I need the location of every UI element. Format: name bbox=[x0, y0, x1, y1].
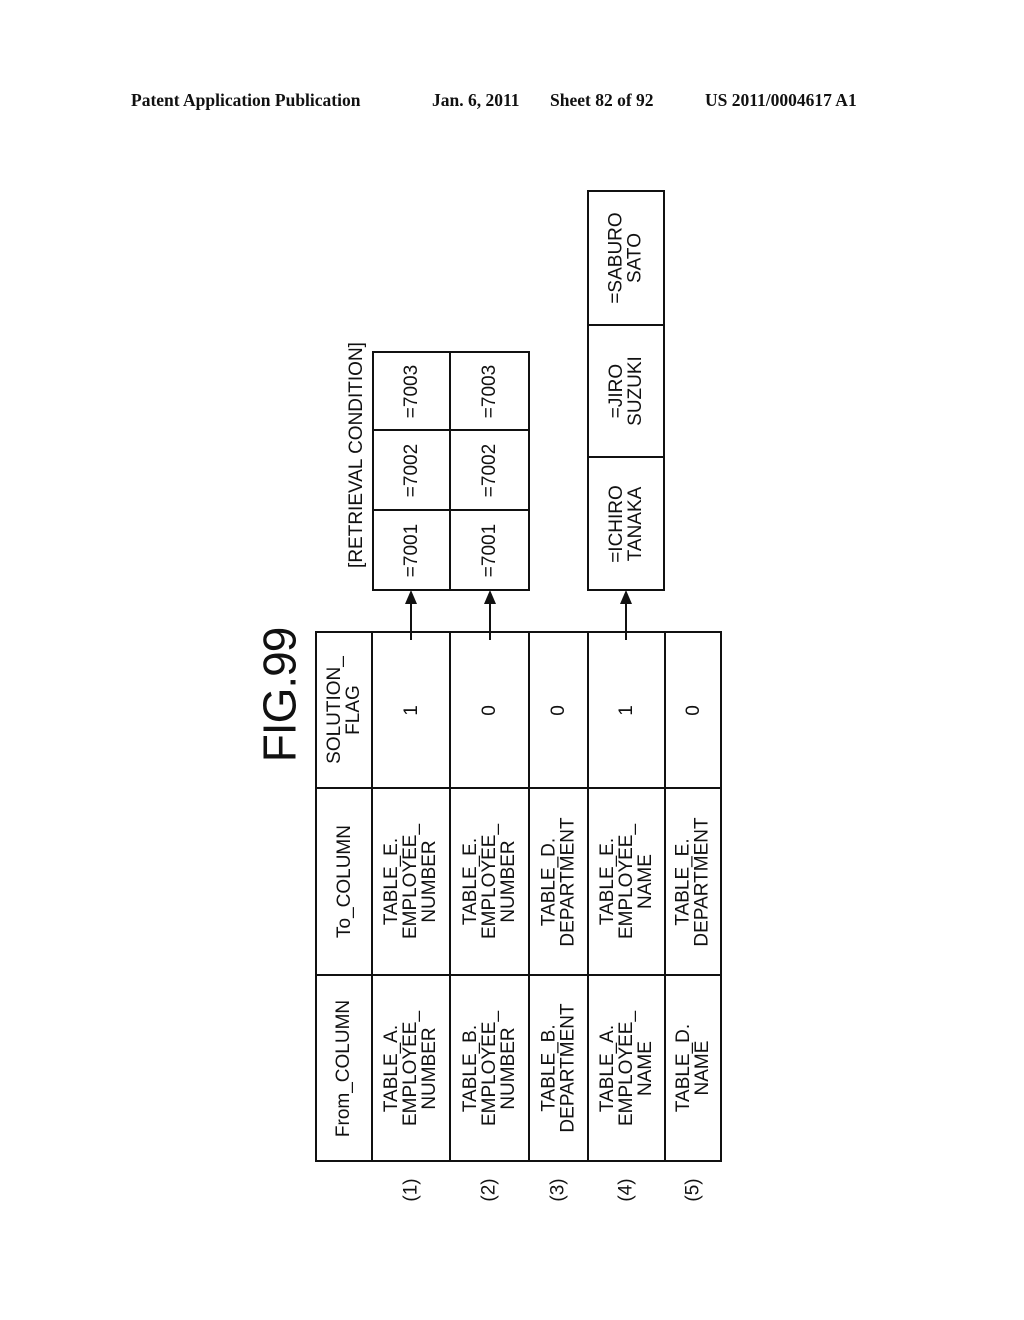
row-4-flag: 1 bbox=[615, 704, 637, 716]
arrow-up-icon bbox=[405, 590, 417, 604]
row-5-flag: 0 bbox=[682, 704, 704, 716]
name-cell: =JIRO SUZUKI bbox=[606, 356, 646, 426]
header-to-column: To_COLUMN bbox=[333, 825, 355, 938]
arrow-up-icon bbox=[484, 590, 496, 604]
publication-date: Jan. 6, 2011 bbox=[432, 90, 520, 110]
retrieval-cell: =7003 bbox=[401, 364, 422, 418]
arrow-shaft bbox=[625, 603, 627, 640]
row-4-to: TABLE_E. EMPLOYEE_ NAME bbox=[597, 823, 657, 940]
arrow-shaft bbox=[489, 603, 491, 640]
retrieval-cell: =7002 bbox=[479, 443, 500, 497]
row-5-to: TABLE_E. DEPARTMENT bbox=[673, 816, 714, 947]
retrieval-cell: =7001 bbox=[401, 523, 422, 577]
row-3-to: TABLE_D. DEPARTMENT bbox=[538, 816, 579, 947]
row-number-3: (3) bbox=[547, 1178, 569, 1202]
row-number-4: (4) bbox=[615, 1178, 637, 1202]
row-2-to: TABLE_E. EMPLOYEE_ NUMBER bbox=[460, 823, 520, 940]
row-number-1: (1) bbox=[400, 1178, 422, 1202]
figure-title-text: FIG.99 bbox=[253, 627, 306, 763]
row-2-from: TABLE_B. EMPLOYEE_ NUMBER bbox=[460, 1010, 520, 1126]
row-1-from: TABLE_A. EMPLOYEE_ NUMBER bbox=[381, 1010, 441, 1126]
arrow-shaft bbox=[410, 603, 412, 640]
row-5-from: TABLE_D. NAME bbox=[673, 1023, 714, 1113]
row-1-to: TABLE_E. EMPLOYEE_ NUMBER bbox=[381, 823, 441, 940]
row-number-2: (2) bbox=[478, 1178, 500, 1202]
figure-title: FIG.99 bbox=[248, 620, 310, 770]
row-number-5: (5) bbox=[682, 1178, 704, 1202]
row-3-from: TABLE_B. DEPARTMENT bbox=[538, 1003, 579, 1133]
publication-label: Patent Application Publication bbox=[131, 90, 361, 110]
row-4-from: TABLE_A. EMPLOYEE_ NAME bbox=[597, 1010, 657, 1126]
arrow-up-icon bbox=[620, 590, 632, 604]
row-2-flag: 0 bbox=[478, 704, 500, 716]
retrieval-condition-label: [RETRIEVAL CONDITION] bbox=[346, 342, 368, 568]
name-cell: =SABURO SATO bbox=[606, 212, 646, 304]
row-1-flag: 1 bbox=[400, 704, 422, 716]
header-from-column: From_COLUMN bbox=[333, 999, 355, 1137]
retrieval-cell: =7001 bbox=[479, 523, 500, 577]
retrieval-cell: =7002 bbox=[401, 443, 422, 497]
header-solution-flag: SOLUTION_ FLAG bbox=[324, 656, 365, 764]
row-3-flag: 0 bbox=[547, 704, 569, 716]
retrieval-cell: =7003 bbox=[479, 364, 500, 418]
name-cell: =ICHIRO TANAKA bbox=[606, 484, 647, 563]
sheet-number: Sheet 82 of 92 bbox=[550, 90, 654, 110]
patent-number: US 2011/0004617 A1 bbox=[705, 90, 857, 110]
